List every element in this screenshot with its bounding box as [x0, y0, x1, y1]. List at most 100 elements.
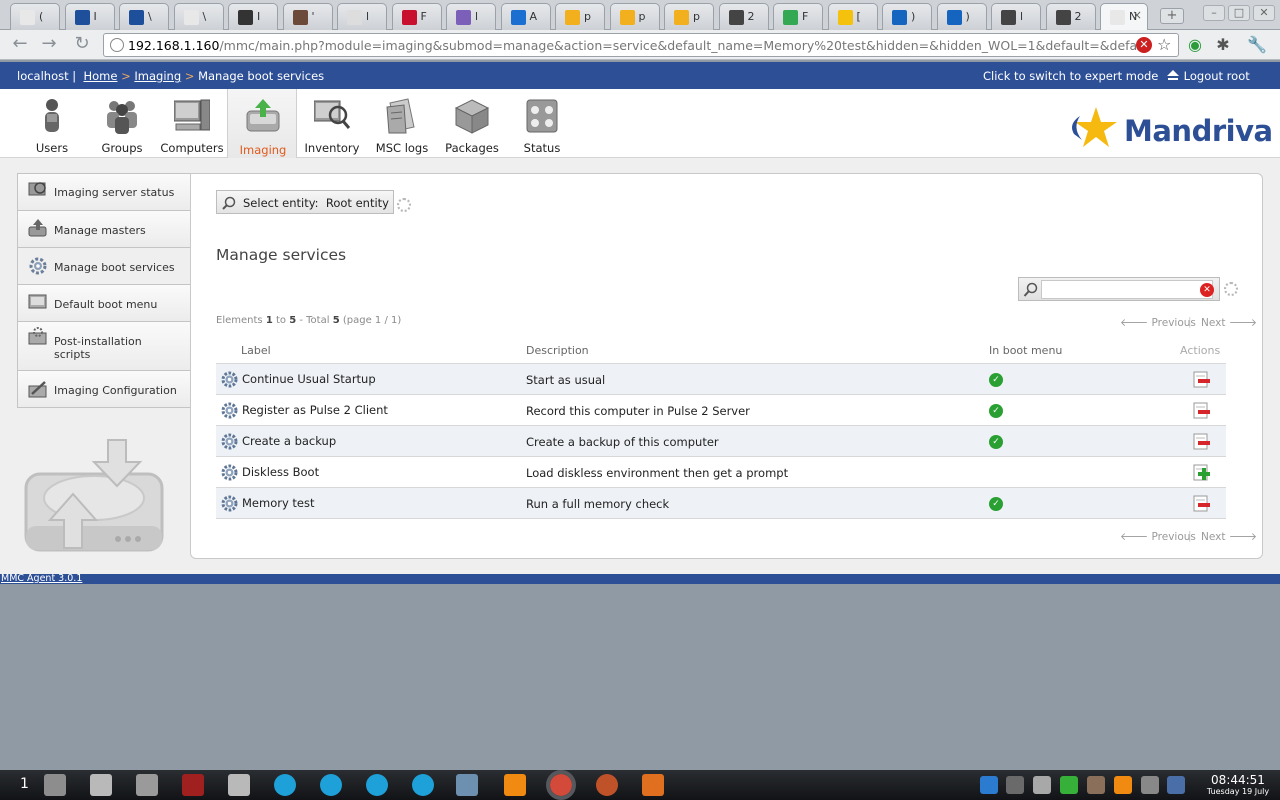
- reload-button[interactable]: ↻: [70, 34, 94, 54]
- back-button[interactable]: ←: [8, 34, 32, 54]
- tab-favicon-icon: [837, 10, 853, 25]
- virtualbox-icon[interactable]: [456, 774, 478, 796]
- workspace-switcher[interactable]: 1: [20, 776, 29, 792]
- menu-default-boot-menu[interactable]: Default boot menu: [17, 284, 191, 322]
- select-entity-button[interactable]: Select entity: Root entity: [216, 190, 394, 214]
- menu-imaging-server-status[interactable]: Imaging server status: [17, 173, 191, 211]
- next-page-link-bottom[interactable]: Next 🡒: [1201, 530, 1257, 543]
- close-tab-icon[interactable]: ×: [1132, 8, 1142, 22]
- close-window-button[interactable]: ✕: [1253, 5, 1275, 21]
- module-users[interactable]: Users: [17, 89, 87, 158]
- module-computers[interactable]: Computers: [157, 89, 227, 158]
- module-groups[interactable]: Groups: [87, 89, 157, 158]
- desktop-app-icon[interactable]: [44, 774, 66, 796]
- browser-tab[interactable]: [: [827, 3, 878, 30]
- text-editor-icon[interactable]: [136, 774, 158, 796]
- bookmark-star-icon[interactable]: ☆: [1157, 35, 1171, 54]
- browser-tab[interactable]: ): [882, 3, 932, 30]
- clear-search-icon[interactable]: ✕: [1200, 283, 1214, 297]
- browser-tab[interactable]: l: [337, 3, 387, 30]
- minimize-window-button[interactable]: –: [1203, 5, 1225, 21]
- add-to-boot-menu-icon[interactable]: [1192, 464, 1210, 481]
- menu-post-installation-scripts[interactable]: Post-installation scripts: [17, 321, 191, 371]
- browser-tab[interactable]: 2: [718, 3, 769, 30]
- address-bar[interactable]: 192.168.1.160/mmc/main.php?module=imagin…: [103, 33, 1179, 57]
- folder-icon[interactable]: [228, 774, 250, 796]
- previous-page-link-bottom[interactable]: 🡐 Previous: [1120, 530, 1196, 543]
- forward-button[interactable]: →: [37, 34, 61, 54]
- wifi-tray-icon[interactable]: [1006, 776, 1024, 794]
- expert-mode-link[interactable]: Click to switch to expert mode: [983, 69, 1158, 83]
- browser-tab[interactable]: ': [282, 3, 333, 30]
- file-manager-icon[interactable]: [90, 774, 112, 796]
- vlc-icon[interactable]: [504, 774, 526, 796]
- menu-imaging-configuration[interactable]: Imaging Configuration: [17, 370, 191, 408]
- maximize-window-button[interactable]: □: [1228, 5, 1250, 21]
- xp-app-icon[interactable]: [642, 774, 664, 796]
- vlc-tray-icon[interactable]: [1114, 776, 1132, 794]
- module-msc-logs[interactable]: MSC logs: [367, 89, 437, 158]
- browser-tab[interactable]: \: [173, 3, 224, 30]
- module-label: Imaging: [239, 143, 287, 157]
- previous-page-link-top[interactable]: 🡐 Previous: [1120, 316, 1196, 329]
- browser-tab[interactable]: A: [500, 3, 551, 30]
- chat-app-icon[interactable]: [366, 774, 388, 796]
- network-tray-icon[interactable]: [1167, 776, 1185, 794]
- breadcrumb-home-link[interactable]: Home: [83, 69, 117, 83]
- menu-manage-boot-services[interactable]: Manage boot services: [17, 247, 192, 285]
- check-tray-icon[interactable]: [1060, 776, 1078, 794]
- browser-tab[interactable]: I: [64, 3, 115, 30]
- next-page-link-top[interactable]: Next 🡒: [1201, 316, 1257, 329]
- clock[interactable]: 08:44:51 Tuesday 19 July: [1198, 773, 1278, 796]
- browser-tab[interactable]: ): [936, 3, 987, 30]
- browser-tab[interactable]: l: [991, 3, 1041, 30]
- tab-favicon-icon: [510, 10, 526, 25]
- menu-label: Imaging Configuration: [54, 384, 177, 397]
- chrome-icon[interactable]: [546, 770, 576, 800]
- chat-app-icon[interactable]: [274, 774, 296, 796]
- page-icon: [110, 38, 124, 52]
- browser-tab[interactable]: p: [664, 3, 714, 30]
- remove-from-boot-menu-icon[interactable]: [1192, 371, 1210, 388]
- previous-arrow-icon: 🡐: [1120, 317, 1149, 329]
- browser-tab[interactable]: p: [555, 3, 605, 30]
- remove-from-boot-menu-icon[interactable]: [1192, 402, 1210, 419]
- clipboard-tray-icon[interactable]: [1033, 776, 1051, 794]
- volume-tray-icon[interactable]: [1141, 776, 1159, 794]
- browser-tab[interactable]: (: [10, 3, 60, 30]
- browser-tab[interactable]: F: [391, 3, 442, 30]
- browser-tab[interactable]: I: [228, 3, 278, 30]
- browser-tab[interactable]: F: [773, 3, 823, 30]
- address-url[interactable]: 192.168.1.160/mmc/main.php?module=imagin…: [128, 38, 1138, 53]
- breadcrumb-imaging-link[interactable]: Imaging: [134, 69, 181, 83]
- module-packages[interactable]: Packages: [437, 89, 507, 158]
- pager-divider: |: [1188, 530, 1192, 542]
- browser-tab[interactable]: N ×: [1100, 3, 1148, 30]
- browser-tab[interactable]: 2: [1045, 3, 1096, 30]
- debian-icon[interactable]: [596, 774, 618, 796]
- stop-icon[interactable]: ✕: [1136, 37, 1152, 53]
- module-imaging[interactable]: Imaging: [227, 89, 297, 158]
- terminal-icon[interactable]: [182, 774, 204, 796]
- remove-from-boot-menu-icon[interactable]: [1192, 433, 1210, 450]
- module-status[interactable]: Status: [507, 89, 577, 158]
- browser-tab[interactable]: l: [446, 3, 496, 30]
- menu-label: Manage boot services: [54, 261, 175, 274]
- module-inventory[interactable]: Inventory: [297, 89, 367, 158]
- chat-app-icon[interactable]: [412, 774, 434, 796]
- search-input[interactable]: [1041, 280, 1213, 299]
- bug-extension-icon[interactable]: ✱: [1213, 35, 1233, 55]
- update-tray-icon[interactable]: [1087, 776, 1105, 794]
- remove-from-boot-menu-icon[interactable]: [1192, 495, 1210, 512]
- new-tab-button[interactable]: +: [1160, 8, 1184, 24]
- menu-manage-masters[interactable]: Manage masters: [17, 210, 191, 248]
- mmc-agent-version-link[interactable]: MMC Agent 3.0.1: [1, 573, 82, 584]
- module-label: MSC logs: [375, 141, 429, 155]
- wrench-menu-icon[interactable]: 🔧: [1247, 35, 1267, 55]
- browser-tab[interactable]: p: [609, 3, 660, 30]
- logout-link[interactable]: Logout root: [1166, 69, 1250, 83]
- browser-tab[interactable]: \: [119, 3, 169, 30]
- dropbox-tray-icon[interactable]: [980, 776, 998, 794]
- skype-icon[interactable]: [320, 774, 342, 796]
- extension-icon[interactable]: ◉: [1185, 35, 1205, 55]
